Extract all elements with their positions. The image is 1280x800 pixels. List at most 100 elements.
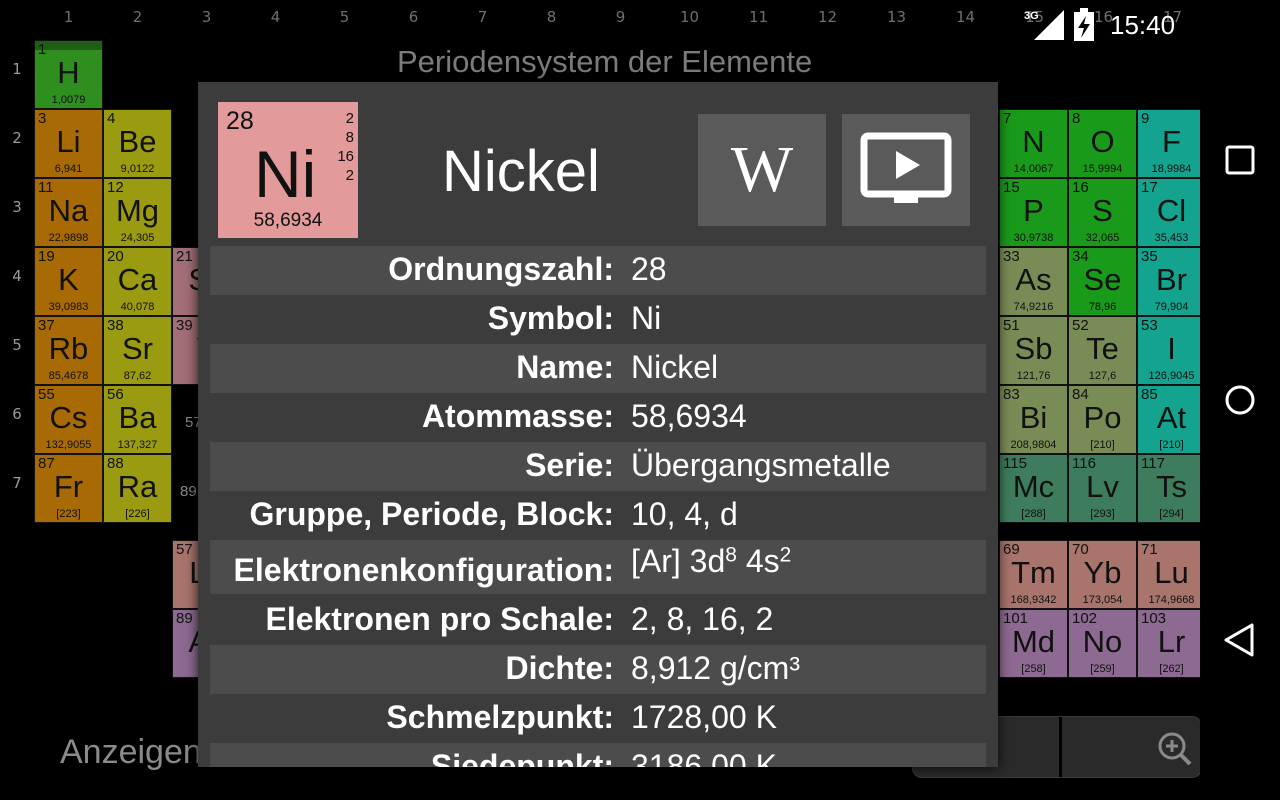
element-symbol: Mg <box>115 193 160 228</box>
element-cell[interactable]: 17 Cl 35,453 <box>1137 178 1200 247</box>
row-number: 5 <box>12 336 22 354</box>
element-cell[interactable]: 116 Lv [293] <box>1068 454 1137 523</box>
element-cell[interactable]: 103 Lr [262] <box>1137 609 1200 679</box>
property-row: Gruppe, Periode, Block: 10, 4, d <box>210 491 986 540</box>
property-value: Ni <box>631 300 662 336</box>
element-cell[interactable]: 115 Mc [288] <box>999 454 1068 523</box>
property-label: Siedepunkt: <box>430 748 614 767</box>
element-cell[interactable]: 101 Md [258] <box>999 609 1068 679</box>
property-row: Elektronen pro Schale: 2, 8, 16, 2 <box>210 596 986 645</box>
element-cell[interactable]: 87 Fr [223] <box>34 454 103 523</box>
tile-symbol: Ni <box>254 137 317 211</box>
element-cell[interactable]: 34 Se 78,96 <box>1068 247 1137 316</box>
column-number: 14 <box>955 8 976 26</box>
element-symbol: Bi <box>1019 400 1048 435</box>
element-symbol: N <box>1022 124 1045 159</box>
element-cell[interactable]: 12 Mg 24,305 <box>103 178 172 247</box>
property-label: Ordnungszahl: <box>388 251 614 287</box>
element-symbol: Sr <box>122 331 153 366</box>
element-cell[interactable]: 71 Lu 174,9668 <box>1137 540 1200 610</box>
element-symbol: Ts <box>1156 469 1187 504</box>
element-symbol: No <box>1082 624 1123 660</box>
atomic-mass: 40,078 <box>120 301 155 313</box>
atomic-mass: 6,941 <box>54 163 83 175</box>
element-cell[interactable]: 4 Be 9,0122 <box>103 109 172 178</box>
property-label: Dichte: <box>505 650 614 686</box>
atomic-mass: 9,0122 <box>120 163 155 175</box>
element-cell[interactable]: 56 Ba 137,327 <box>103 385 172 454</box>
property-value: 10, 4, d <box>631 496 738 532</box>
element-symbol: Yb <box>1083 555 1122 591</box>
atomic-mass: 126,9045 <box>1148 370 1195 382</box>
recent-apps-icon[interactable] <box>1220 140 1260 180</box>
element-cell[interactable]: 11 Na 22,9898 <box>34 178 103 247</box>
element-symbol: O <box>1090 124 1115 159</box>
element-cell[interactable]: 3 Li 6,941 <box>34 109 103 178</box>
element-cell[interactable]: 70 Yb 173,054 <box>1068 540 1137 610</box>
atomic-mass: [210] <box>1159 439 1184 451</box>
atomic-mass: 22,9898 <box>48 232 89 244</box>
property-value: [Ar] 3d8 4s2 <box>631 543 792 579</box>
battery-icon <box>1074 8 1094 41</box>
property-row: Dichte: 8,912 g/cm³ <box>210 645 986 694</box>
atomic-mass: 121,76 <box>1016 370 1051 382</box>
element-cell[interactable]: 117 Ts [294] <box>1137 454 1200 523</box>
element-cell[interactable]: 85 At [210] <box>1137 385 1200 454</box>
element-cell[interactable]: 19 K 39,0983 <box>34 247 103 316</box>
element-cell[interactable]: 69 Tm 168,9342 <box>999 540 1068 610</box>
row-number: 6 <box>12 405 22 423</box>
element-cell[interactable]: 83 Bi 208,9804 <box>999 385 1068 454</box>
element-symbol: Lu <box>1154 555 1189 591</box>
show-button[interactable]: Anzeigen <box>60 733 202 772</box>
element-symbol: K <box>58 262 79 297</box>
column-number: 10 <box>679 8 700 26</box>
wikipedia-button[interactable]: W <box>698 114 826 226</box>
element-cell[interactable]: 16 S 32,065 <box>1068 178 1137 247</box>
atomic-mass: 132,9055 <box>45 439 92 451</box>
element-cell[interactable]: 84 Po [210] <box>1068 385 1137 454</box>
element-cell[interactable]: 55 Cs 132,9055 <box>34 385 103 454</box>
column-number: 5 <box>339 8 350 26</box>
element-symbol: Cs <box>49 400 88 435</box>
element-cell[interactable]: 88 Ra [226] <box>103 454 172 523</box>
element-cell[interactable]: 53 I 126,9045 <box>1137 316 1200 385</box>
property-row: Ordnungszahl: 28 <box>210 246 986 295</box>
element-cell[interactable]: 102 No [259] <box>1068 609 1137 679</box>
property-value: 3186,00 K <box>631 748 777 767</box>
element-symbol: Lr <box>1157 624 1186 660</box>
element-symbol: Be <box>118 124 157 159</box>
element-symbol: P <box>1023 193 1044 228</box>
atomic-mass: [226] <box>125 508 150 520</box>
home-icon[interactable] <box>1220 380 1260 420</box>
element-cell[interactable]: 15 P 30,9738 <box>999 178 1068 247</box>
element-cell[interactable]: 52 Te 127,6 <box>1068 316 1137 385</box>
element-cell[interactable]: 20 Ca 40,078 <box>103 247 172 316</box>
video-button[interactable] <box>842 114 970 226</box>
element-cell[interactable]: 37 Rb 85,4678 <box>34 316 103 385</box>
element-cell[interactable]: 35 Br 79,904 <box>1137 247 1200 316</box>
element-cell[interactable]: 8 O 15,9994 <box>1068 109 1137 178</box>
element-cell[interactable]: 38 Sr 87,62 <box>103 316 172 385</box>
property-row: Serie: Übergangsmetalle <box>210 442 986 491</box>
element-symbol: Fr <box>53 469 84 504</box>
atomic-mass: 173,054 <box>1082 594 1123 607</box>
atomic-mass: 127,6 <box>1088 370 1117 382</box>
column-number: 11 <box>748 8 769 26</box>
element-cell[interactable]: 51 Sb 121,76 <box>999 316 1068 385</box>
element-symbol: I <box>1167 331 1176 366</box>
element-symbol: Te <box>1086 331 1119 366</box>
element-cell[interactable]: 33 As 74,9216 <box>999 247 1068 316</box>
element-detail-dialog: 28 Ni 58,6934 2 8 16 2 Nickel W Ordnungs… <box>198 82 998 767</box>
property-label: Elektronen pro Schale: <box>265 601 614 637</box>
atomic-mass: [210] <box>1090 439 1115 451</box>
back-icon[interactable] <box>1220 620 1260 660</box>
element-cell[interactable]: 1 H 1,0079 <box>34 40 103 109</box>
row-number: 1 <box>12 60 22 78</box>
element-symbol: Po <box>1083 400 1122 435</box>
atomic-mass: 74,9216 <box>1013 301 1054 313</box>
zoom-in-icon[interactable] <box>1157 731 1193 767</box>
atomic-mass: 39,0983 <box>48 301 89 313</box>
element-cell[interactable]: 7 N 14,0067 <box>999 109 1068 178</box>
element-cell[interactable]: 9 F 18,9984 <box>1137 109 1200 178</box>
column-number: 3 <box>201 8 212 26</box>
